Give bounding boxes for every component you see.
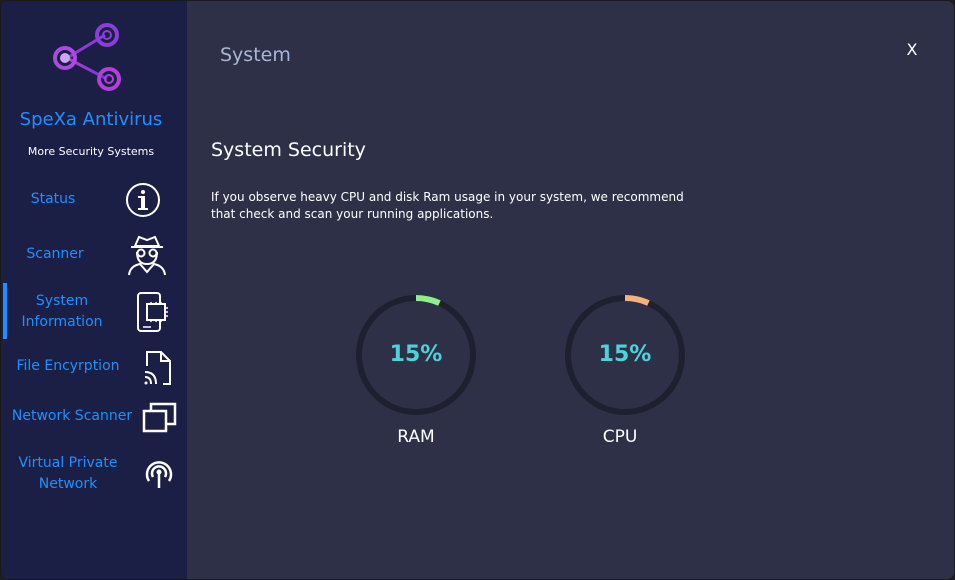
sidebar-item-scanner[interactable]: Scanner <box>1 231 187 281</box>
sidebar: SpeXa Antivirus More Security Systems St… <box>1 1 187 579</box>
sidebar-item-vpn[interactable]: Virtual Private Network <box>1 451 187 501</box>
info-icon <box>126 183 160 217</box>
ram-gauge: 15% <box>354 293 478 417</box>
file-cast-icon <box>144 351 171 385</box>
section-description: If you observe heavy CPU and disk Ram us… <box>211 190 684 221</box>
ram-gauge-label: RAM <box>397 427 435 447</box>
sidebar-item-label: Scanner <box>26 246 84 262</box>
cpu-gauge: 15% <box>563 293 687 417</box>
spy-icon <box>128 235 166 276</box>
app-window: SpeXa Antivirus More Security Systems St… <box>0 0 955 580</box>
ram-gauge-value: 15% <box>389 342 443 367</box>
sidebar-item-network-scanner[interactable]: Network Scanner <box>1 393 187 443</box>
windows-stack-icon <box>142 402 177 433</box>
app-subtitle: More Security Systems <box>27 145 155 158</box>
section-heading: System Security <box>211 139 366 161</box>
sidebar-item-status[interactable]: Status <box>1 176 187 226</box>
sidebar-item-label: Network Scanner <box>11 408 133 424</box>
broadcast-icon <box>145 461 173 488</box>
sidebar-item-system-information[interactable]: System Information <box>1 286 187 336</box>
sidebar-item-label: File Encyrption <box>16 358 120 374</box>
sidebar-item-label: Virtual Private Network <box>18 455 118 492</box>
phone-chip-icon <box>137 292 168 332</box>
sidebar-item-label: Status <box>30 191 76 207</box>
sidebar-item-label: System Information <box>21 293 103 330</box>
cpu-gauge-value: 15% <box>598 342 652 367</box>
app-name: SpeXa Antivirus <box>19 109 163 130</box>
close-button[interactable]: X <box>901 39 923 61</box>
logo-icon <box>53 23 121 91</box>
sidebar-item-file-encryption[interactable]: File Encyrption <box>1 343 187 393</box>
page-title: System <box>220 44 291 66</box>
cpu-gauge-label: CPU <box>602 427 638 447</box>
